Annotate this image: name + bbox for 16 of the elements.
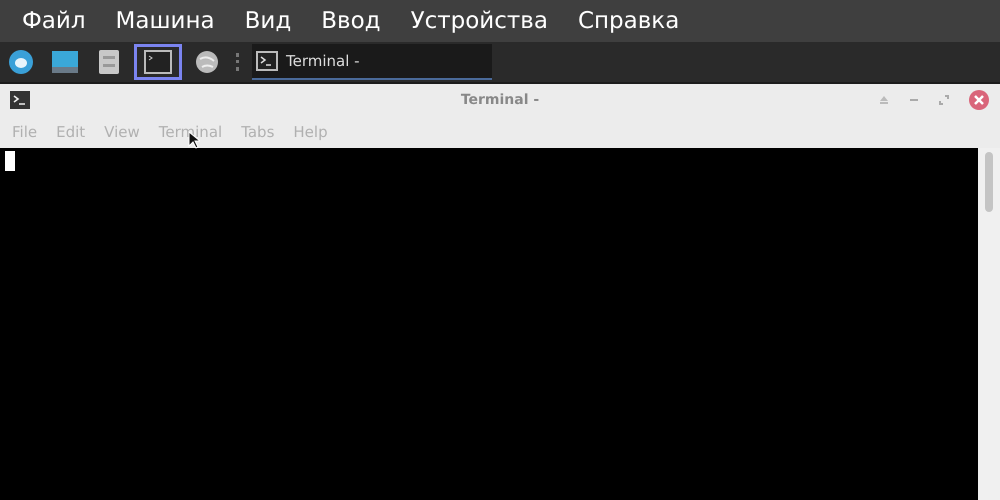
grip-handle[interactable] xyxy=(236,53,242,71)
menu-item[interactable]: Машина xyxy=(116,8,215,34)
terminal-icon xyxy=(10,91,30,109)
close-icon[interactable] xyxy=(968,89,990,111)
terminal-icon xyxy=(256,51,278,71)
text-cursor xyxy=(5,151,15,171)
menu-item[interactable]: Устройства xyxy=(410,8,548,34)
menu-item[interactable]: Файл xyxy=(22,8,86,34)
scrollbar-thumb[interactable] xyxy=(985,152,993,212)
taskbar-button[interactable]: Terminal - xyxy=(252,44,492,80)
menu-item[interactable]: Ввод xyxy=(321,8,381,34)
terminal-icon[interactable] xyxy=(134,44,182,80)
menu-item[interactable]: Справка xyxy=(578,8,680,34)
terminal-area[interactable] xyxy=(0,148,1000,500)
window-title: Terminal - xyxy=(460,92,540,108)
menu-item[interactable]: Вид xyxy=(244,8,292,34)
